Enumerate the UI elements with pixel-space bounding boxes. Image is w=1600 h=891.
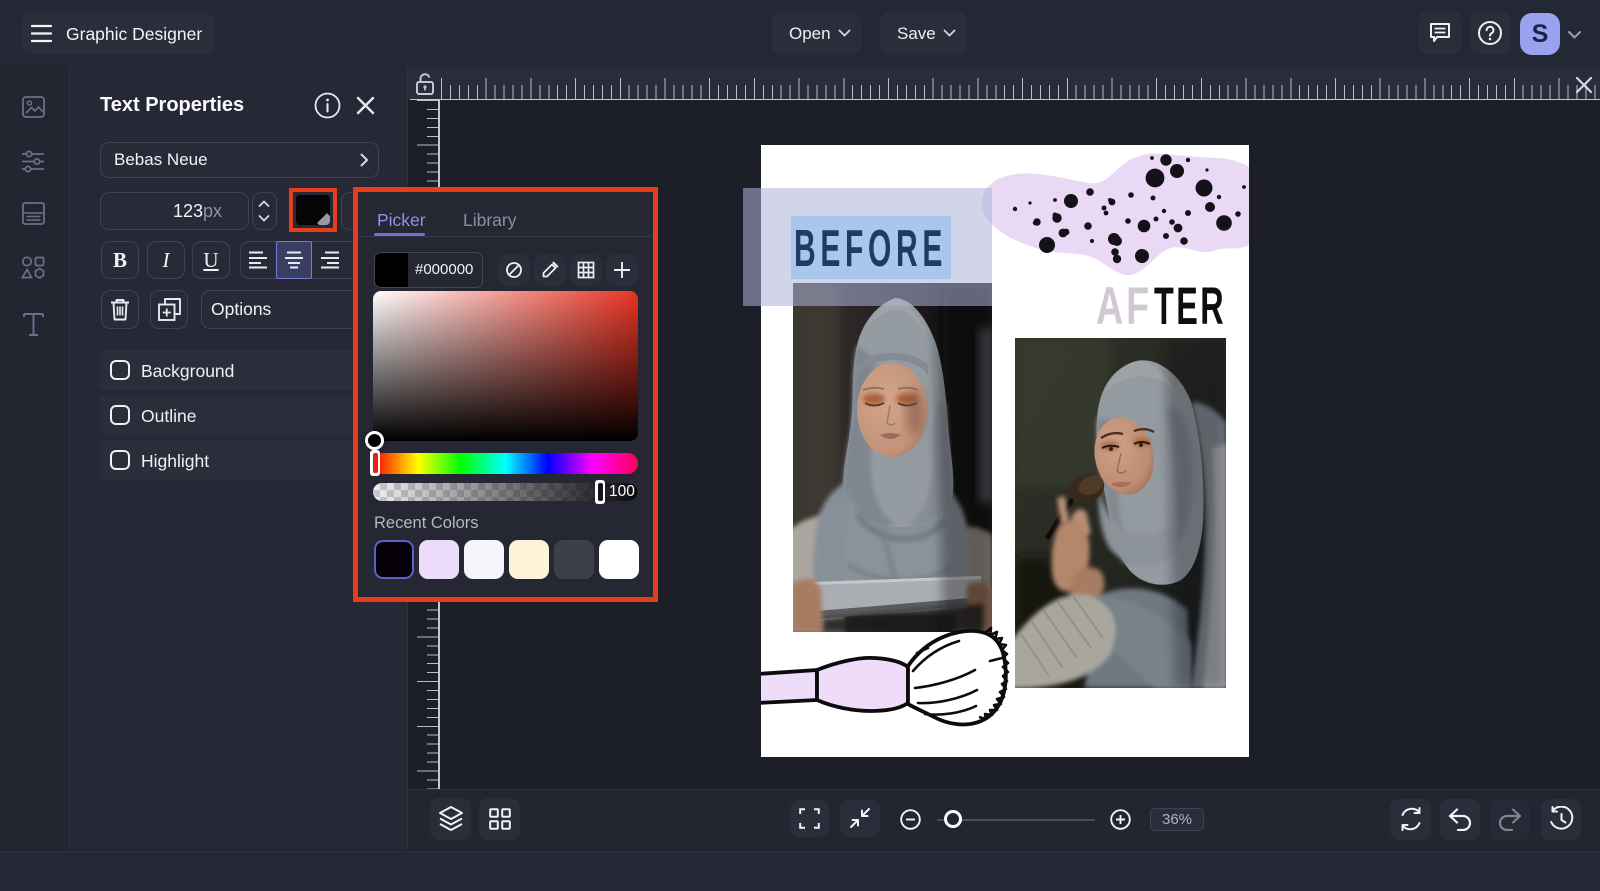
svg-text:BEFORE: BEFORE bbox=[794, 219, 947, 277]
